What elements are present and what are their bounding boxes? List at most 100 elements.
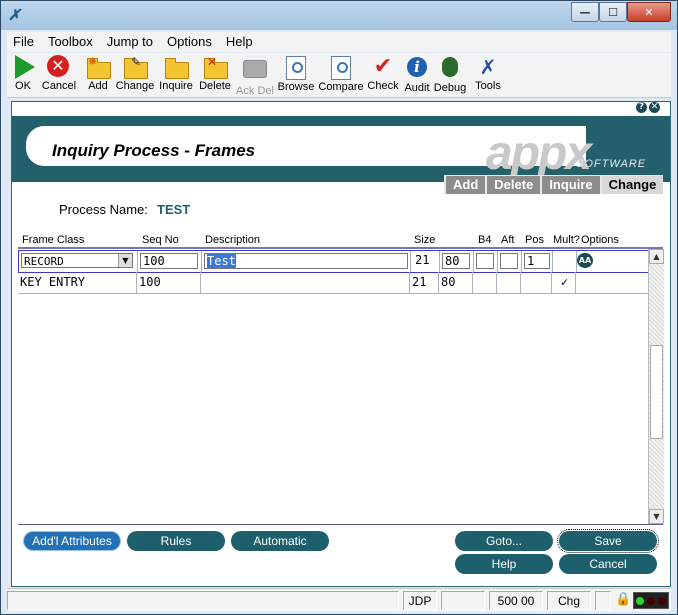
- title-bar: ✗ — ☐ ✕: [1, 1, 677, 30]
- seq-no-input[interactable]: 100: [140, 253, 198, 269]
- connection-lights-icon: [633, 592, 669, 609]
- col-header-aft: Aft: [501, 234, 515, 246]
- seq-no-cell: 100: [137, 272, 201, 293]
- cancel-icon: ✕: [47, 55, 69, 77]
- appx-logo-sub: SOFTWARE: [576, 158, 647, 170]
- help-button[interactable]: Help: [455, 554, 553, 574]
- frames-panel: ? ✕ Inquiry Process - Frames appx SOFTWA…: [11, 101, 671, 587]
- tools-button[interactable]: ✗ Tools: [473, 55, 503, 92]
- size-cols-input[interactable]: 80: [442, 253, 470, 269]
- check-icon: ✔: [373, 54, 393, 79]
- cancel-toolbar-button[interactable]: ✕ Cancel: [39, 55, 79, 92]
- menu-toolbox[interactable]: Toolbox: [42, 32, 101, 52]
- scroll-down-icon[interactable]: ▼: [649, 509, 664, 524]
- menu-jump-to[interactable]: Jump to: [101, 32, 161, 52]
- aft-input[interactable]: [500, 253, 518, 269]
- appx-logo: appx: [486, 127, 592, 180]
- change-icon: ✎: [123, 55, 148, 79]
- goto-button[interactable]: Goto...: [455, 531, 553, 551]
- toolbar: OK ✕ Cancel ✸ Add ✎ Change Inquire ✕ Del…: [7, 53, 671, 98]
- close-panel-icon[interactable]: ✕: [649, 102, 660, 113]
- application-window: ✗ — ☐ ✕ File Toolbox Jump to Options Hel…: [0, 0, 678, 615]
- col-header-pos: Pos: [525, 234, 544, 246]
- size-cols-cell: 80: [439, 272, 473, 293]
- menu-options[interactable]: Options: [161, 32, 220, 52]
- mode-add-tab[interactable]: Add: [444, 175, 486, 194]
- debug-button[interactable]: Debug: [433, 55, 467, 94]
- rules-button[interactable]: Rules: [127, 531, 225, 551]
- status-mode: Chg: [547, 591, 591, 610]
- cancel-button[interactable]: Cancel: [559, 554, 657, 574]
- lock-icon: 🔒: [615, 592, 632, 607]
- audit-button[interactable]: i Audit: [402, 55, 432, 94]
- col-header-mult: Mult?: [553, 234, 580, 246]
- col-header-seq-no: Seq No: [142, 234, 179, 246]
- status-user: JDP: [403, 591, 437, 610]
- close-window-button[interactable]: ✕: [627, 2, 671, 22]
- check-button[interactable]: ✔ Check: [366, 54, 400, 93]
- addl-attributes-button[interactable]: Add'l Attributes: [23, 531, 121, 551]
- banner: Inquiry Process - Frames appx SOFTWARE A…: [12, 116, 670, 194]
- b4-cell: [473, 272, 497, 293]
- inquire-button[interactable]: Inquire: [158, 55, 194, 92]
- delete-icon: ✕: [203, 55, 228, 79]
- col-header-size: Size: [414, 234, 436, 246]
- inquire-icon: [164, 55, 189, 79]
- browse-icon: [286, 56, 306, 80]
- audit-icon: i: [407, 57, 427, 77]
- pos-cell: [521, 272, 552, 293]
- ack-del-button[interactable]: Ack Del: [236, 55, 274, 97]
- menu-file[interactable]: File: [7, 32, 42, 52]
- automatic-children-button[interactable]: Automatic Children: [231, 531, 329, 568]
- col-header-description: Description: [205, 234, 261, 246]
- process-name-value: TEST: [157, 202, 191, 217]
- ack-del-icon: [243, 60, 267, 78]
- browse-button[interactable]: Browse: [277, 55, 315, 93]
- help-icon[interactable]: ?: [636, 102, 647, 113]
- mode-change-tab[interactable]: Change: [599, 175, 664, 194]
- frame-class-select[interactable]: RECORD ▼: [21, 253, 133, 268]
- tools-icon: ✗: [479, 55, 497, 79]
- compare-button[interactable]: Compare: [318, 55, 364, 93]
- status-blank: [441, 591, 485, 610]
- add-button[interactable]: ✸ Add: [85, 55, 111, 92]
- vertical-scrollbar[interactable]: ▲ ▼: [648, 249, 664, 524]
- table-row[interactable]: RECORD ▼ 100 Test 21 80 1 AA: [18, 250, 650, 273]
- options-button[interactable]: AA: [577, 253, 593, 268]
- change-button[interactable]: ✎ Change: [115, 55, 155, 92]
- col-header-b4: B4: [478, 234, 492, 246]
- mode-inquire-tab[interactable]: Inquire: [540, 175, 600, 194]
- aft-cell: [497, 272, 521, 293]
- menu-bar: File Toolbox Jump to Options Help: [7, 32, 671, 52]
- process-name-label: Process Name:: [59, 202, 148, 217]
- add-icon: ✸: [86, 55, 111, 79]
- status-bar: JDP 500 00 Chg 🔒: [7, 588, 671, 612]
- scroll-up-icon[interactable]: ▲: [649, 249, 664, 264]
- table-row[interactable]: KEY ENTRY 100 21 80 ✓: [18, 272, 648, 294]
- save-button[interactable]: Save: [557, 529, 659, 553]
- maximize-button[interactable]: ☐: [599, 2, 627, 22]
- minimize-button[interactable]: —: [571, 2, 599, 22]
- chevron-down-icon[interactable]: ▼: [118, 254, 132, 267]
- delete-button[interactable]: ✕ Delete: [198, 55, 232, 92]
- mult-checkbox[interactable]: [553, 251, 577, 272]
- scrollbar-thumb[interactable]: [650, 345, 663, 439]
- status-message: [7, 591, 399, 610]
- description-cell: [201, 272, 410, 293]
- status-amount: 500 00: [489, 591, 543, 610]
- mode-delete-tab[interactable]: Delete: [485, 175, 541, 194]
- ok-button[interactable]: OK: [11, 55, 35, 92]
- col-header-options: Options: [581, 234, 619, 246]
- b4-input[interactable]: [476, 253, 494, 269]
- description-input[interactable]: Test: [204, 253, 408, 269]
- compare-icon: [331, 56, 351, 80]
- col-header-frame-class: Frame Class: [22, 234, 85, 246]
- mult-checkmark-icon: ✓: [552, 272, 576, 293]
- frame-class-cell: KEY ENTRY: [18, 272, 137, 293]
- ok-icon: [15, 55, 35, 79]
- page-title: Inquiry Process - Frames: [52, 141, 256, 160]
- status-spacer: [595, 591, 611, 610]
- pos-input[interactable]: 1: [524, 253, 550, 269]
- menu-help[interactable]: Help: [220, 32, 261, 52]
- size-rows-input[interactable]: 21: [413, 253, 437, 269]
